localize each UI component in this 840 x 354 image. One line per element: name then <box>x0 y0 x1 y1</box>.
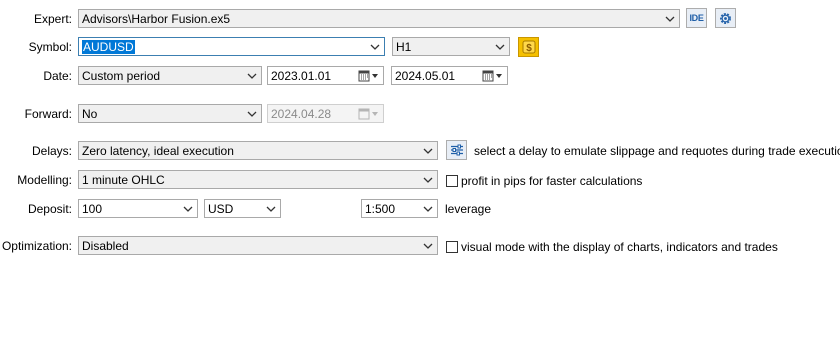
date-from-picker[interactable]: 2023.01.01 <box>267 66 384 85</box>
delays-label: Delays: <box>31 144 72 158</box>
calendar-dropdown-icon <box>358 107 380 121</box>
chevron-down-icon <box>665 13 675 25</box>
ide-button[interactable]: IDE <box>686 8 707 28</box>
chevron-down-icon <box>370 41 380 53</box>
date-period-select[interactable]: Custom period <box>78 66 262 85</box>
ide-button-label: IDE <box>689 13 704 23</box>
delays-value: Zero latency, ideal execution <box>82 144 234 158</box>
dollar-coin-icon: $ <box>522 40 535 54</box>
symbol-properties-button[interactable]: $ <box>518 37 539 57</box>
deposit-label: Deposit: <box>27 202 72 216</box>
forward-label: Forward: <box>24 107 72 121</box>
forward-date-value: 2024.04.28 <box>271 107 332 121</box>
profit-in-pips-label[interactable]: profit in pips for faster calculations <box>461 171 642 191</box>
date-to-value: 2024.05.01 <box>395 69 456 83</box>
date-period-value: Custom period <box>82 69 161 83</box>
leverage-select[interactable]: 1:500 <box>361 199 438 218</box>
chevron-down-icon <box>423 174 433 186</box>
forward-value: No <box>82 107 98 121</box>
delays-hint: select a delay to emulate slippage and r… <box>474 144 840 158</box>
modelling-select[interactable]: 1 minute OHLC <box>78 170 438 189</box>
expert-label: Expert: <box>33 12 72 26</box>
leverage-label: leverage <box>445 202 492 216</box>
deposit-currency-select[interactable]: USD <box>204 199 281 218</box>
chevron-down-icon <box>247 70 257 82</box>
leverage-value: 1:500 <box>365 202 396 216</box>
deposit-currency-value: USD <box>208 202 234 216</box>
visual-mode-label[interactable]: visual mode with the display of charts, … <box>461 237 778 257</box>
calendar-dropdown-icon[interactable] <box>482 69 504 83</box>
timeframe-select[interactable]: H1 <box>392 37 510 56</box>
modelling-value: 1 minute OHLC <box>82 173 165 187</box>
forward-date-picker: 2024.04.28 <box>267 104 384 123</box>
chevron-down-icon <box>495 41 505 53</box>
forward-select[interactable]: No <box>78 104 262 123</box>
symbol-input[interactable]: AUDUSD <box>78 37 385 56</box>
delays-settings-button[interactable] <box>446 140 467 160</box>
optimization-value: Disabled <box>82 239 129 253</box>
optimization-select[interactable]: Disabled <box>78 236 438 255</box>
date-to-picker[interactable]: 2024.05.01 <box>391 66 508 85</box>
chevron-down-icon <box>423 203 433 215</box>
svg-text:$: $ <box>526 43 532 54</box>
gear-icon <box>720 12 731 24</box>
delays-select[interactable]: Zero latency, ideal execution <box>78 141 438 160</box>
symbol-label: Symbol: <box>28 40 72 54</box>
profit-in-pips-checkbox[interactable] <box>446 175 458 187</box>
expert-value: Advisors\Harbor Fusion.ex5 <box>82 12 231 26</box>
chevron-down-icon <box>247 108 257 120</box>
timeframe-value: H1 <box>396 40 412 54</box>
date-from-value: 2023.01.01 <box>271 69 332 83</box>
date-label: Date: <box>43 69 72 83</box>
chevron-down-icon <box>423 145 433 157</box>
deposit-amount-select[interactable]: 100 <box>78 199 198 218</box>
settings-button[interactable] <box>715 8 736 28</box>
optimization-label: Optimization: <box>1 239 72 253</box>
deposit-amount-value: 100 <box>82 202 103 216</box>
visual-mode-checkbox[interactable] <box>446 241 458 253</box>
chevron-down-icon <box>183 203 193 215</box>
chevron-down-icon <box>423 240 433 252</box>
modelling-label: Modelling: <box>17 173 72 187</box>
sliders-icon <box>450 144 463 156</box>
expert-select[interactable]: Advisors\Harbor Fusion.ex5 <box>78 9 680 28</box>
symbol-value: AUDUSD <box>82 40 135 54</box>
calendar-dropdown-icon[interactable] <box>358 69 380 83</box>
chevron-down-icon <box>266 203 276 215</box>
